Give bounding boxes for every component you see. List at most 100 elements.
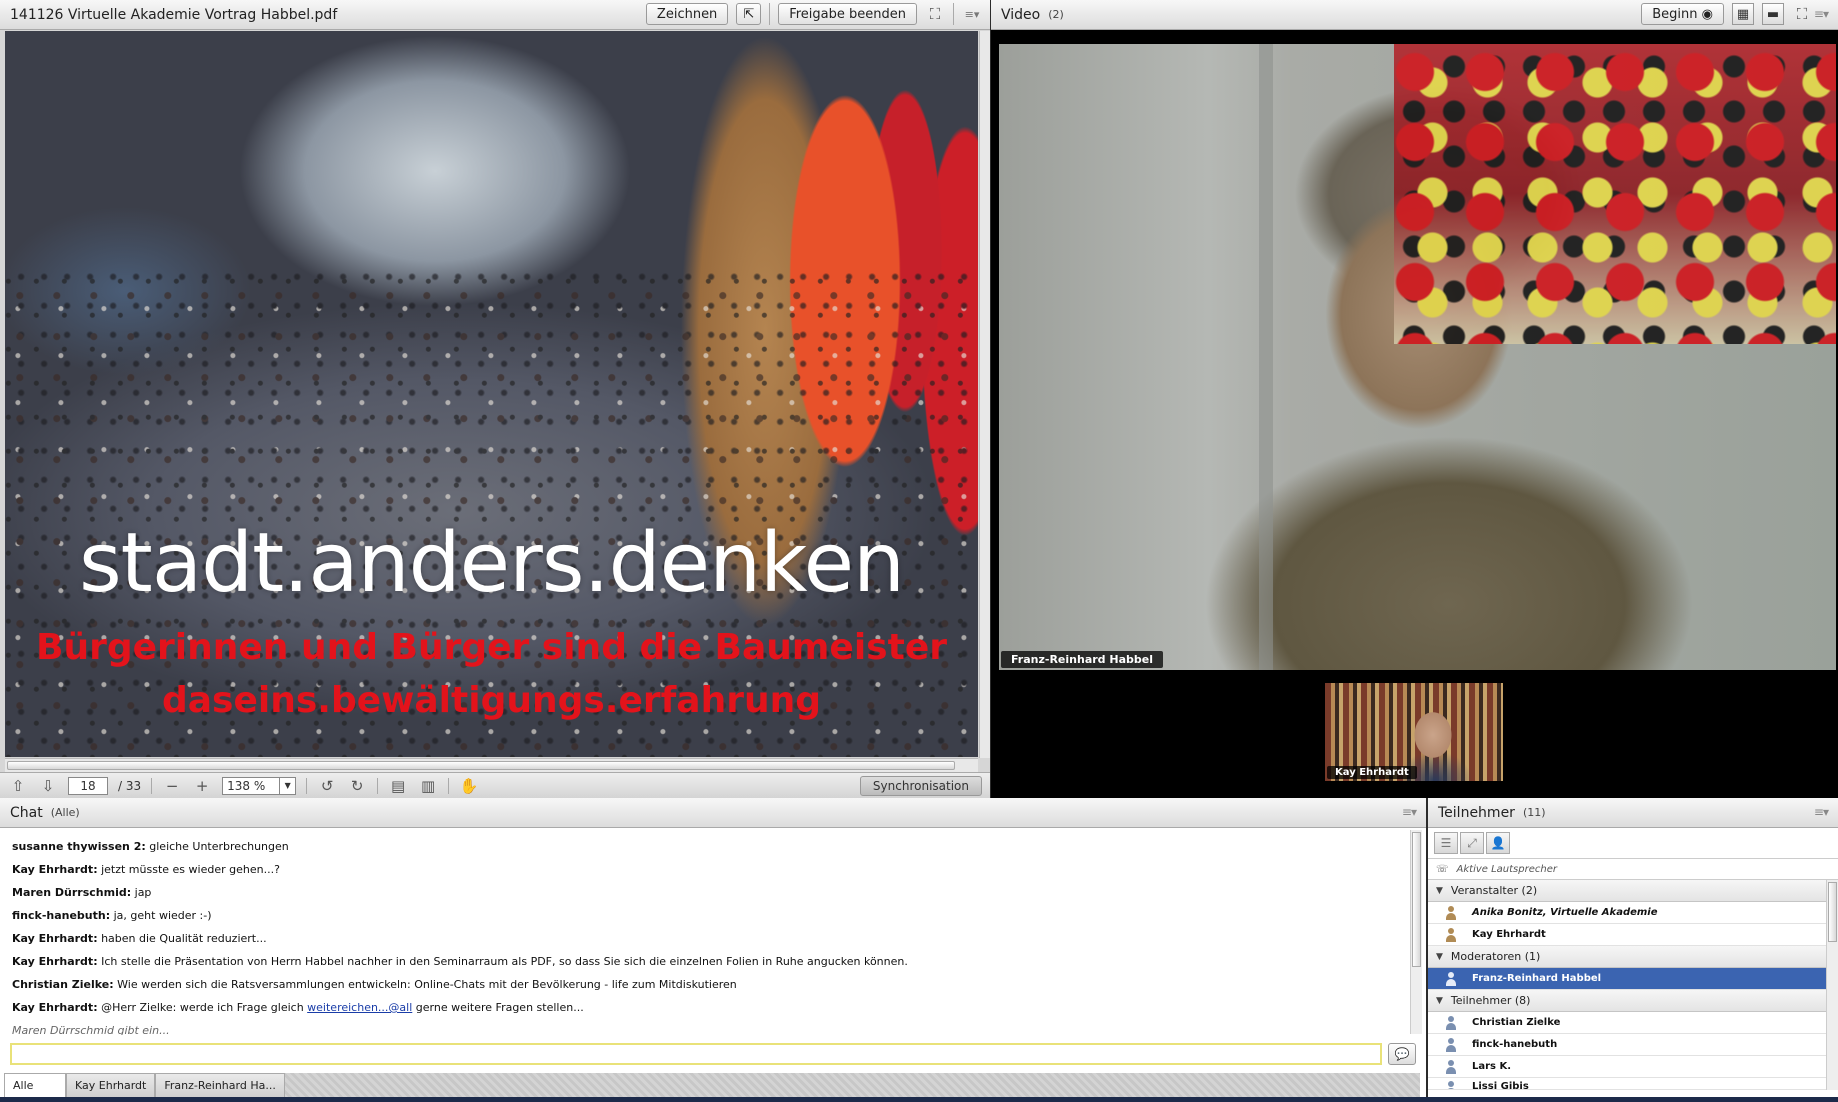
rotate-left-icon[interactable]: ↺ (317, 776, 337, 796)
attendee-row[interactable]: Kay Ehrhardt (1428, 924, 1826, 946)
chat-title: Chat (10, 804, 43, 821)
chat-input[interactable] (10, 1043, 1382, 1065)
rotate-right-icon[interactable]: ↻ (347, 776, 367, 796)
chat-text: haben die Qualität reduziert... (97, 932, 267, 945)
chat-message: Kay Ehrhardt: haben die Qualität reduzie… (12, 927, 1398, 950)
main-video-feed[interactable]: Franz-Reinhard Habbel (999, 44, 1836, 670)
pod-menu-icon[interactable]: ≡▾ (1402, 805, 1417, 819)
slide-subtitle-1: Bürgerinnen und Bürger sind die Baumeist… (36, 627, 947, 668)
video-count: (2) (1048, 8, 1064, 21)
attendee-row[interactable]: Anika Bonitz, Virtuelle Akademie (1428, 902, 1826, 924)
presentation-slide: stadt.anders.denken Bürgerinnen und Bürg… (5, 31, 978, 757)
chat-scrollbar[interactable] (1410, 830, 1422, 1034)
chat-pod: Chat (Alle) ≡▾ susanne thywissen 2: glei… (0, 798, 1426, 1102)
video-pod: Video (2) Beginn ◉ ▦ ▬ ⛶ ≡▾ Franz-Reinha… (991, 0, 1838, 798)
group-label: Moderatoren (1) (1450, 950, 1541, 963)
fit-page-icon[interactable]: ▤ (388, 776, 408, 796)
host-icon (1444, 905, 1458, 920)
participant-icon (1444, 1037, 1458, 1052)
list-view-icon[interactable]: ☰ (1434, 832, 1458, 854)
attendee-name: Anika Bonitz, Virtuelle Akademie (1472, 907, 1658, 918)
attendees-title: Teilnehmer (1438, 804, 1515, 821)
scrollbar-thumb[interactable] (1828, 882, 1837, 942)
slide-subtitle-2: daseins.bewältigungs.erfahrung (161, 680, 822, 721)
start-webcam-button[interactable]: Beginn ◉ (1641, 3, 1724, 25)
attendee-row[interactable]: Lars K. (1428, 1056, 1826, 1078)
role-view-icon[interactable]: 👤 (1486, 832, 1510, 854)
page-number-input[interactable]: 18 (68, 776, 108, 795)
chat-text: ja, geht wieder :-) (110, 909, 212, 922)
attendee-name: Franz-Reinhard Habbel (1472, 973, 1602, 984)
zoom-select[interactable]: 138 % ▼ (222, 776, 297, 795)
thumb-video-label: Kay Ehrhardt (1327, 766, 1417, 779)
chat-sender: Kay Ehrhardt: (12, 1001, 98, 1014)
fit-width-icon[interactable]: ▥ (418, 776, 438, 796)
group-header-hosts[interactable]: ▼ Veranstalter (2) (1428, 880, 1826, 902)
video-pod-header: Video (2) Beginn ◉ ▦ ▬ ⛶ ≡▾ (991, 0, 1838, 30)
divider (377, 777, 379, 794)
group-header-participants[interactable]: ▼ Teilnehmer (8) (1428, 990, 1826, 1012)
page-down-icon[interactable]: ⇩ (38, 776, 58, 796)
attendee-name: Kay Ehrhardt (1472, 929, 1546, 940)
pointer-icon[interactable]: ⇱ (736, 3, 762, 25)
zoom-in-icon[interactable]: + (192, 776, 212, 796)
background-wall (1259, 44, 1273, 670)
slide-horizontal-scrollbar[interactable] (5, 758, 978, 772)
chat-sender: susanne thywissen 2: (12, 840, 146, 853)
tab-chat-franz-reinhard[interactable]: Franz-Reinhard Ha... (155, 1073, 285, 1097)
share-pod: 141126 Virtuelle Akademie Vortrag Habbel… (0, 0, 990, 798)
chat-pod-header: Chat (Alle) ≡▾ (0, 798, 1426, 828)
pod-menu-icon[interactable]: ≡▾ (962, 4, 982, 24)
chat-input-row: 💬 (10, 1041, 1416, 1067)
chat-text: jetzt müsste es wieder gehen...? (97, 863, 280, 876)
video-tools: Beginn ◉ ▦ ▬ ⛶ (1641, 3, 1812, 25)
thumbnail-video-feed[interactable]: Kay Ehrhardt (1325, 683, 1503, 781)
attendee-name: Lars K. (1472, 1061, 1512, 1072)
group-label: Veranstalter (2) (1450, 884, 1538, 897)
presenter-icon (1444, 971, 1458, 986)
chat-link[interactable]: weitereichen...@all (307, 1001, 412, 1014)
send-message-icon[interactable]: 💬 (1388, 1043, 1416, 1065)
attendee-row[interactable]: Lissi Gibis (1428, 1078, 1826, 1090)
hand-tool-icon[interactable]: ✋ (459, 776, 479, 796)
tab-chat-all[interactable]: Alle (4, 1073, 66, 1097)
pod-menu-icon[interactable]: ≡▾ (1814, 7, 1829, 21)
filmstrip-view-icon[interactable]: ▬ (1762, 3, 1784, 25)
sync-button[interactable]: Synchronisation (859, 775, 982, 796)
attendee-row[interactable]: Christian Zielke (1428, 1012, 1826, 1034)
stop-share-button[interactable]: Freigabe beenden (778, 3, 917, 25)
document-toolbar: ⇧ ⇩ 18 / 33 − + 138 % ▼ ↺ ↻ ▤ ▥ ✋ Synchro… (0, 772, 990, 798)
start-label: Beginn (1652, 6, 1698, 22)
page-up-icon[interactable]: ⇧ (8, 776, 28, 796)
collapse-triangle-icon: ▼ (1436, 995, 1443, 1006)
scrollbar-thumb[interactable] (1412, 832, 1421, 967)
share-title: 141126 Virtuelle Akademie Vortrag Habbel… (10, 6, 338, 23)
attendee-view-tools: ☰ ⤢ 👤 (1434, 832, 1510, 854)
fullscreen-icon[interactable]: ⛶ (1792, 4, 1812, 24)
active-speakers-label: Aktive Lautsprecher (1456, 863, 1557, 875)
attendee-scrollbar[interactable] (1826, 880, 1838, 1090)
fullscreen-icon[interactable]: ⛶ (925, 4, 945, 24)
divider (769, 3, 771, 25)
total-pages: / 33 (118, 778, 142, 793)
slide-title: stadt.anders.denken (78, 516, 905, 611)
scrollbar-thumb[interactable] (7, 761, 955, 770)
phone-icon: ☏ (1436, 863, 1449, 875)
tab-chat-kay-ehrhardt[interactable]: Kay Ehrhardt (66, 1073, 156, 1097)
group-header-presenters[interactable]: ▼ Moderatoren (1) (1428, 946, 1826, 968)
chat-text: @Herr Zielke: werde ich Frage gleich (97, 1001, 308, 1014)
zoom-value: 138 % (227, 778, 266, 793)
divider (151, 777, 153, 794)
collapse-triangle-icon: ▼ (1436, 885, 1443, 896)
expand-icon[interactable]: ⤢ (1460, 832, 1484, 854)
pod-menu-icon[interactable]: ≡▾ (1814, 805, 1829, 819)
attendee-row-selected[interactable]: Franz-Reinhard Habbel (1428, 968, 1826, 990)
attendee-name: Lissi Gibis (1472, 1081, 1529, 1090)
grid-view-icon[interactable]: ▦ (1732, 3, 1754, 25)
zoom-out-icon[interactable]: − (162, 776, 182, 796)
draw-button[interactable]: Zeichnen (645, 3, 729, 25)
taskbar-edge (0, 1097, 1838, 1102)
slide-vertical-scrollbar[interactable] (979, 31, 990, 758)
attendee-row[interactable]: finck-hanebuth (1428, 1034, 1826, 1056)
chat-sender: Kay Ehrhardt: (12, 955, 98, 968)
